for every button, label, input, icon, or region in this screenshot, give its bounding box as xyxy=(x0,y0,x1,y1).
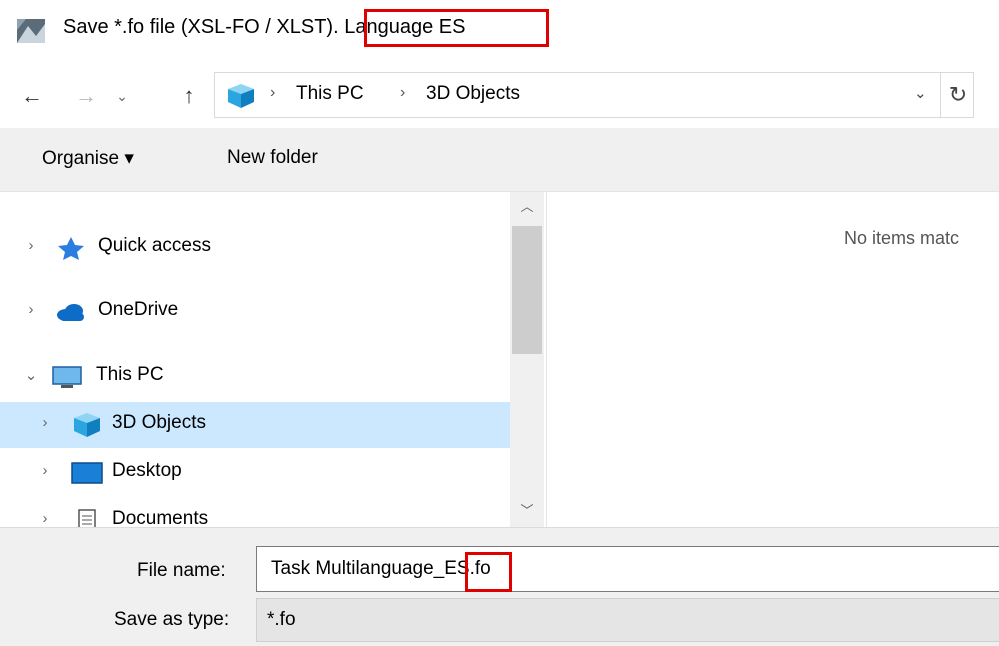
organise-button[interactable]: Organise ▾ xyxy=(42,147,134,170)
breadcrumb-item-3d-objects[interactable]: 3D Objects xyxy=(426,83,520,105)
chevron-right-icon[interactable]: › xyxy=(22,237,40,254)
back-arrow-icon[interactable]: ← xyxy=(12,70,52,122)
refresh-icon[interactable]: ↻ xyxy=(940,72,975,118)
new-folder-button[interactable]: New folder xyxy=(227,147,318,169)
tree-label: Quick access xyxy=(98,235,211,256)
save-dialog-app-icon xyxy=(17,19,45,43)
navigation-pane: › Quick access › OneDrive ⌄ This PC › 3D… xyxy=(0,192,547,533)
chevron-down-icon[interactable]: ⌄ xyxy=(22,366,40,384)
chevron-right-icon[interactable]: › xyxy=(36,414,54,431)
empty-folder-message: No items matc xyxy=(844,228,960,248)
title-highlight-box xyxy=(364,9,549,47)
forward-arrow-icon[interactable]: → xyxy=(68,70,104,122)
computer-icon xyxy=(52,366,82,388)
breadcrumb-separator: › xyxy=(400,84,406,101)
chevron-right-icon[interactable]: › xyxy=(36,510,54,527)
tree-label: This PC xyxy=(96,364,164,385)
cube-icon xyxy=(228,84,254,108)
command-toolbar xyxy=(0,128,999,192)
scroll-down-icon[interactable]: ﹀ xyxy=(510,500,544,520)
save-as-type-label: Save as type: xyxy=(114,609,230,630)
file-name-value[interactable]: Task Multilanguage_ES.fo xyxy=(271,558,491,580)
breadcrumb-item-this-pc[interactable]: This PC xyxy=(296,83,364,105)
chevron-right-icon[interactable]: › xyxy=(22,301,40,318)
star-icon xyxy=(58,237,84,260)
desktop-icon xyxy=(71,462,103,484)
tree-label: OneDrive xyxy=(98,299,179,320)
tree-item-quick-access[interactable]: › Quick access xyxy=(0,225,510,271)
file-name-highlight-box xyxy=(465,552,512,592)
tree-item-3d-objects[interactable]: › 3D Objects xyxy=(0,402,510,448)
cloud-icon xyxy=(57,304,84,321)
tree-label: 3D Objects xyxy=(112,412,206,433)
chevron-right-icon[interactable]: › xyxy=(36,462,54,479)
scroll-thumb[interactable] xyxy=(512,226,542,354)
up-arrow-icon[interactable]: ↑ xyxy=(172,70,206,122)
tree-item-onedrive[interactable]: › OneDrive xyxy=(0,289,510,335)
address-dropdown-icon[interactable]: ⌄ xyxy=(914,84,927,102)
save-as-type-value[interactable]: *.fo xyxy=(267,609,296,631)
tree-item-desktop[interactable]: › Desktop xyxy=(0,450,510,496)
save-as-type-select[interactable] xyxy=(256,598,999,642)
breadcrumb-separator: › xyxy=(270,84,276,101)
file-name-label: File name: xyxy=(137,560,226,581)
tree-label: Desktop xyxy=(112,460,182,481)
tree-item-this-pc[interactable]: ⌄ This PC xyxy=(0,354,510,400)
scroll-up-icon[interactable]: ︿ xyxy=(510,196,544,216)
cube-icon xyxy=(74,413,100,437)
chevron-down-icon[interactable]: ⌄ xyxy=(110,70,134,122)
